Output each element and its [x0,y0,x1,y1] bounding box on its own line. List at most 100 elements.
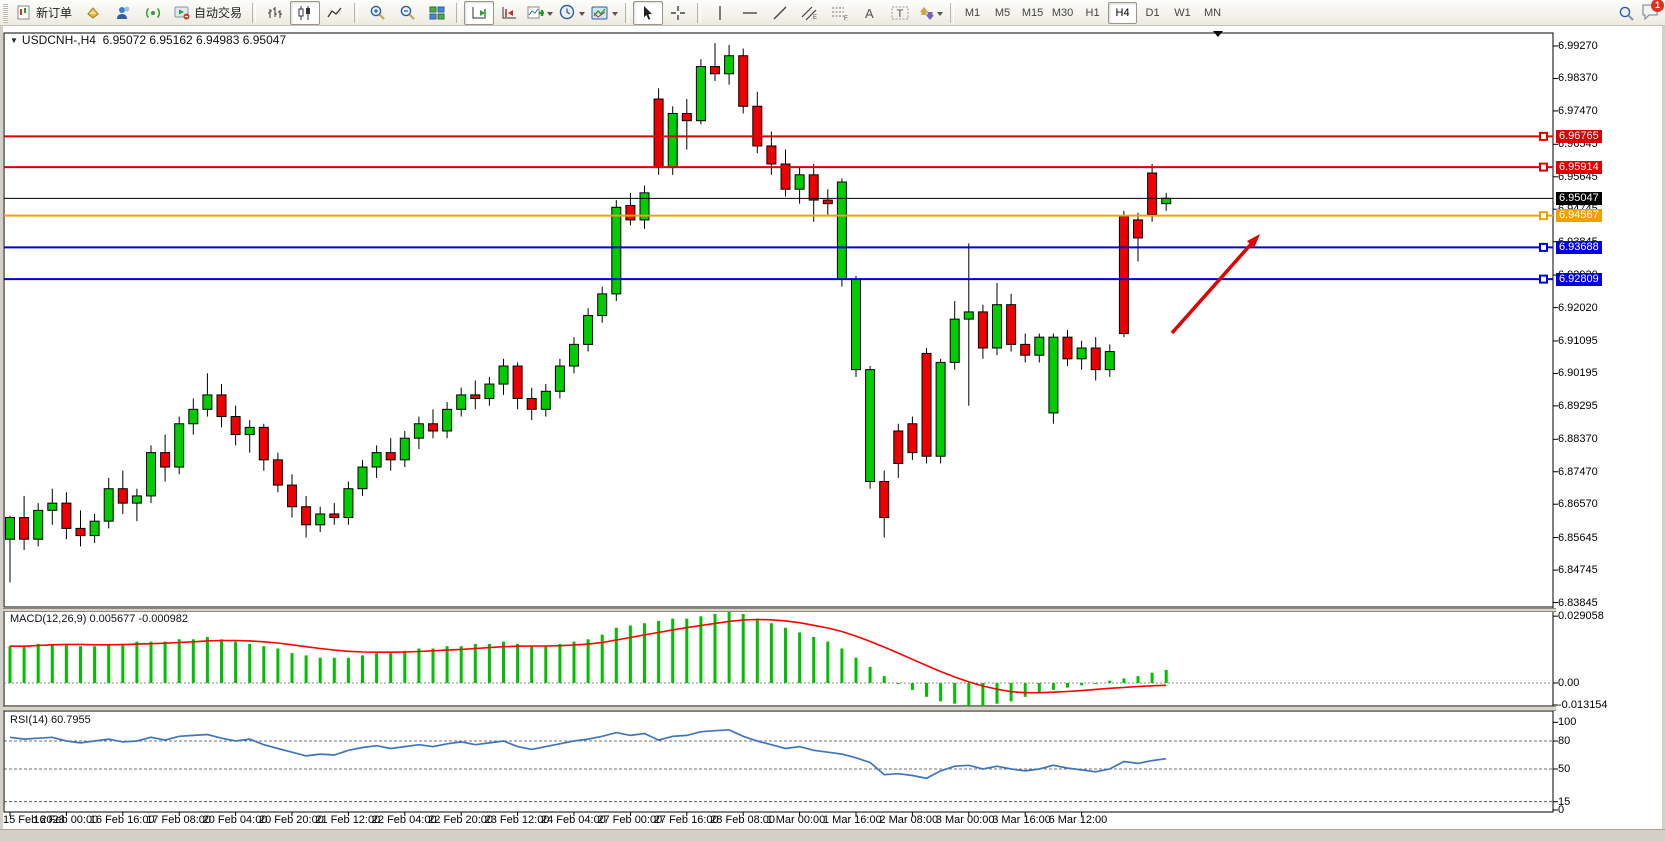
candle-body [34,510,43,539]
candle-body [725,56,734,74]
fibonacci-button[interactable]: F [825,1,855,25]
funds-button[interactable] [78,1,108,25]
chart-menu-arrow-icon[interactable]: ▼ [10,36,18,45]
candle-body [598,294,607,316]
macd-histogram-bar [1094,683,1097,684]
macd-histogram-bar [502,642,505,683]
vertical-line-button[interactable] [705,1,735,25]
macd-histogram-bar [403,651,406,683]
macd-histogram-bar [1038,683,1041,692]
bar-chart-button[interactable] [260,1,290,25]
new-order-button[interactable]: 新订单 [11,1,78,25]
tab-timeframe-M30[interactable]: M30 [1048,2,1077,24]
channel-button[interactable]: E [795,1,825,25]
zoom-out-button[interactable] [392,1,422,25]
panel-splitter-rsi[interactable] [0,706,1556,711]
auto-scroll-button[interactable] [464,1,494,25]
notifications-button[interactable]: 1 [1641,3,1659,23]
community-button[interactable] [108,1,138,25]
tab-timeframe-MN[interactable]: MN [1198,2,1227,24]
macd-histogram-bar [770,623,773,683]
macd-histogram-bar [798,632,801,683]
line-handle [1540,276,1547,283]
candle-body [513,366,522,398]
candle-body [1021,344,1030,355]
rsi-label[interactable]: RSI(14) 60.7955 [10,714,91,726]
indicators-button[interactable] [524,1,556,25]
macd-histogram-bar [291,653,294,683]
cursor-button[interactable] [633,1,663,25]
candle-body [1134,220,1143,238]
channel-icon: E [801,5,819,21]
macd-histogram-bar [248,644,251,683]
templates-button[interactable] [588,1,621,25]
macd-histogram-bar [911,683,914,690]
candle-body [6,518,15,540]
candle-body [1148,173,1157,214]
candle-body [1091,348,1100,370]
macd-histogram-bar [629,626,632,684]
autotrading-button[interactable]: 自动交易 [168,1,248,25]
svg-text:A: A [865,6,874,21]
macd-histogram-bar [65,644,68,683]
zoom-in-icon [369,4,386,21]
chevron-down-icon [612,12,618,19]
candle-body [739,56,748,107]
macd-histogram-bar [1108,681,1111,683]
macd-histogram-bar [150,642,153,683]
tab-timeframe-W1[interactable]: W1 [1168,2,1197,24]
trendline-button[interactable] [765,1,795,25]
zoom-in-button[interactable] [362,1,392,25]
line-chart-button[interactable] [320,1,350,25]
crosshair-button[interactable] [663,1,693,25]
panel-splitter-macd[interactable] [0,608,1556,612]
tab-timeframe-D1[interactable]: D1 [1138,2,1167,24]
toolbar-right: 1 [1618,0,1659,26]
tab-timeframe-H1[interactable]: H1 [1078,2,1107,24]
time-tick-label: 24 Feb 04:00 [541,814,606,826]
search-icon[interactable] [1618,5,1635,22]
macd-histogram-bar [305,655,308,683]
time-tick-label: 16 Feb 16:00 [90,814,155,826]
tab-timeframe-M15[interactable]: M15 [1018,2,1047,24]
arrows-button[interactable] [915,1,946,25]
symbol-ohlc-title[interactable]: ▼USDCNH-,H4 6.95072 6.95162 6.94983 6.95… [10,33,286,47]
svg-text:E: E [813,15,817,21]
candle-body [682,113,691,120]
periods-button[interactable] [556,1,588,25]
time-tick-label: 3 Mar 00:00 [936,814,995,826]
time-tick-label: 1 Mar 00:00 [767,814,826,826]
tab-timeframe-M5[interactable]: M5 [988,2,1017,24]
candle-body [104,489,113,521]
macd-histogram-bar [474,644,477,683]
chart-plot[interactable] [0,0,1665,842]
time-tick-label: 17 Feb 08:00 [146,814,211,826]
macd-histogram-bar [1165,670,1168,683]
text-button[interactable]: A [855,1,885,25]
toolbar-separator [252,3,256,23]
candle-body [584,316,593,345]
toolbar-grip[interactable] [3,3,8,23]
candlestick-chart-button[interactable] [290,1,320,25]
macd-histogram-bar [742,614,745,683]
chart-shift-button[interactable] [494,1,524,25]
tile-windows-button[interactable] [422,1,452,25]
macd-label[interactable]: MACD(12,26,9) 0.005677 -0.000982 [10,613,188,625]
tab-timeframe-M1[interactable]: M1 [958,2,987,24]
time-tick-label: 2 Mar 08:00 [879,814,938,826]
periods-icon [559,4,576,21]
horizontal-line-button[interactable] [735,1,765,25]
candle-body [654,99,663,168]
candle-body [386,453,395,460]
candle-body [217,395,226,417]
candle-body [372,453,381,467]
trendline-icon [772,5,788,21]
macd-histogram-bar [1080,683,1083,685]
text-label-button[interactable]: T [885,1,915,25]
signals-button[interactable] [138,1,168,25]
toolbar-separator [950,3,954,23]
macd-histogram-bar [389,653,392,683]
new-order-label: 新订单 [36,4,72,21]
tab-timeframe-H4[interactable]: H4 [1108,2,1137,24]
candle-body [443,409,452,431]
